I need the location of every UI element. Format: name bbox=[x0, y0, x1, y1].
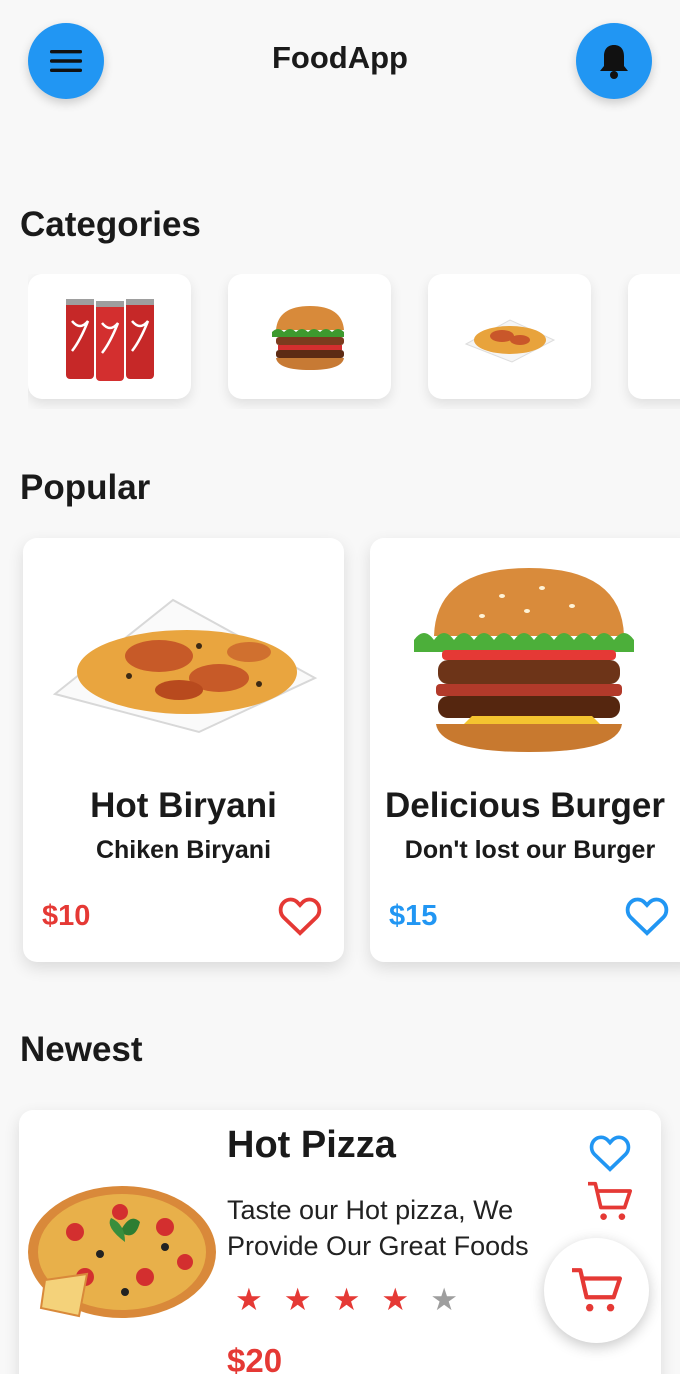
soda-cans-image bbox=[65, 298, 154, 381]
category-card-more[interactable] bbox=[628, 274, 680, 399]
rating-stars: ★ ★ ★ ★ ★ bbox=[235, 1284, 458, 1316]
popular-item-name: Delicious Burger bbox=[384, 786, 666, 825]
pizza-image bbox=[28, 1186, 216, 1318]
popular-card-burger[interactable]: Delicious Burger Don't lost our Burger $… bbox=[370, 538, 680, 962]
biryani-image bbox=[52, 598, 318, 734]
star-icon: ★ bbox=[381, 1282, 410, 1317]
newest-heading: Newest bbox=[20, 1030, 143, 1069]
star-icon: ★ bbox=[235, 1282, 263, 1317]
cart-icon[interactable] bbox=[585, 1180, 635, 1224]
popular-item-price: $10 bbox=[42, 900, 91, 932]
star-icon: ★ bbox=[283, 1282, 312, 1317]
popular-item-subtitle: Don't lost our Burger bbox=[404, 836, 656, 864]
cart-fab-button[interactable] bbox=[544, 1238, 649, 1343]
heart-outline-icon[interactable] bbox=[277, 895, 323, 937]
star-icon: ★ bbox=[332, 1282, 361, 1317]
categories-heading: Categories bbox=[20, 205, 201, 244]
popular-heading: Popular bbox=[20, 468, 151, 507]
newest-item-description: Taste our Hot pizza, We Provide Our Grea… bbox=[227, 1195, 529, 1261]
newest-card-pizza[interactable]: Hot Pizza Taste our Hot pizza, We Provid… bbox=[19, 1110, 661, 1374]
popular-item-subtitle: Chiken Biryani bbox=[95, 836, 272, 864]
bell-icon bbox=[600, 45, 628, 79]
heart-outline-icon[interactable] bbox=[588, 1133, 632, 1173]
popular-item-name: Hot Biryani bbox=[90, 786, 277, 825]
star-icon: ★ bbox=[430, 1282, 458, 1317]
notifications-button[interactable] bbox=[576, 23, 652, 99]
category-card-drinks[interactable] bbox=[28, 274, 191, 399]
burger-image bbox=[414, 568, 634, 752]
biryani-plate-image bbox=[464, 318, 555, 363]
popular-card-biryani[interactable]: Hot Biryani Chiken Biryani $10 bbox=[23, 538, 344, 962]
popular-item-price: $15 bbox=[389, 900, 438, 932]
heart-outline-icon[interactable] bbox=[624, 895, 670, 937]
categories-list[interactable] bbox=[28, 274, 680, 409]
burger-image bbox=[271, 305, 344, 370]
newest-item-name: Hot Pizza bbox=[227, 1124, 396, 1166]
cart-icon bbox=[571, 1267, 622, 1311]
category-card-burger[interactable] bbox=[228, 274, 391, 399]
newest-item-price: $20 bbox=[227, 1342, 283, 1374]
category-card-biryani[interactable] bbox=[428, 274, 591, 399]
